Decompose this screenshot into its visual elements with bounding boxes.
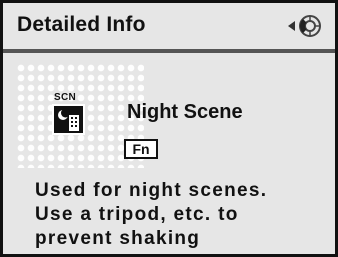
scn-label: SCN: [54, 92, 77, 103]
header-divider: [3, 49, 335, 53]
header: Detailed Info: [3, 3, 335, 47]
camera-screen: Detailed Info SCN Night Scene Fn Used fo…: [0, 0, 338, 257]
description-line: Used for night scenes.: [35, 180, 268, 201]
mode-description: Used for night scenes. Use a tripod, etc…: [35, 179, 335, 251]
four-way-controller-icon[interactable]: [286, 13, 326, 39]
mode-name: Night Scene: [127, 101, 243, 123]
description-line: prevent shaking: [35, 228, 201, 249]
description-line: Use a tripod, etc. to: [35, 204, 239, 225]
fn-button[interactable]: Fn: [124, 139, 158, 159]
night-scene-icon: [52, 104, 85, 135]
page-title: Detailed Info: [17, 13, 146, 36]
